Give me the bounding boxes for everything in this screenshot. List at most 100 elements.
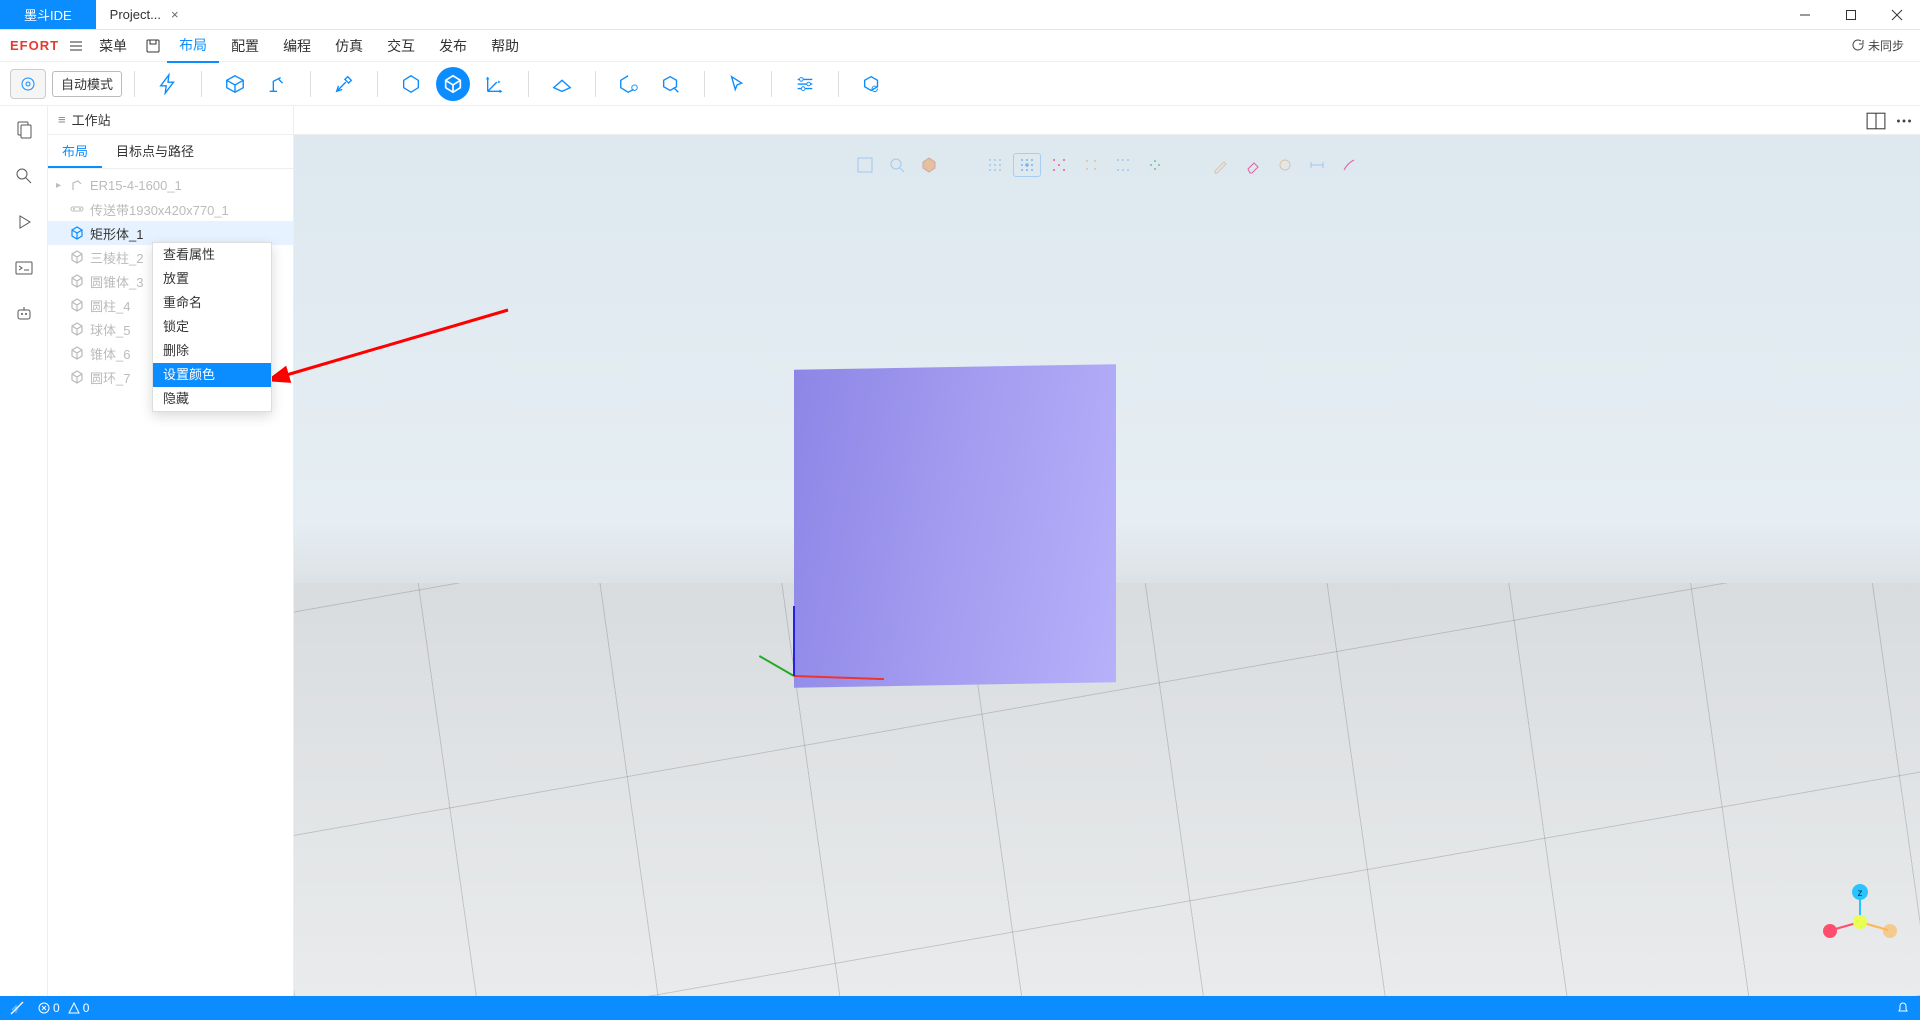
- sync-status[interactable]: 未同步: [1850, 37, 1904, 54]
- view-zoomfit-icon[interactable]: [883, 153, 911, 177]
- tool-eraser-icon[interactable]: [1239, 153, 1267, 177]
- snap-grid-2-icon[interactable]: [1013, 153, 1041, 177]
- status-errors-count: 0: [53, 1001, 60, 1015]
- snap-grid-6-icon[interactable]: [1141, 153, 1169, 177]
- orientation-gizmo[interactable]: z: [1820, 882, 1900, 952]
- app-title: 墨斗IDE: [24, 5, 72, 24]
- menu-item-publish[interactable]: 发布: [427, 30, 479, 62]
- status-remote-icon[interactable]: [10, 1001, 24, 1015]
- toolbar-cube-gear-icon[interactable]: [608, 67, 650, 101]
- scene-object-cuboid[interactable]: [794, 364, 1116, 688]
- viewport-3d[interactable]: z: [294, 135, 1920, 996]
- window-minimize-button[interactable]: [1782, 0, 1828, 29]
- app-title-tab: 墨斗IDE: [0, 0, 96, 29]
- toolbar-robotarm-icon[interactable]: [256, 67, 298, 101]
- snap-grid-4-icon[interactable]: [1077, 153, 1105, 177]
- view-solidbox-icon[interactable]: [915, 153, 943, 177]
- tool-pencil-icon[interactable]: [1207, 153, 1235, 177]
- file-tab[interactable]: Project... ×: [96, 0, 193, 29]
- sidepanel-tab-targets[interactable]: 目标点与路径: [102, 135, 208, 168]
- status-errors[interactable]: 0: [38, 1001, 60, 1015]
- toolbar-box-icon[interactable]: [214, 67, 256, 101]
- activity-search-icon[interactable]: [10, 162, 38, 190]
- status-warnings[interactable]: 0: [68, 1001, 90, 1015]
- close-tab-icon[interactable]: ×: [171, 7, 179, 22]
- gear-toggle-button[interactable]: [10, 69, 46, 99]
- menu-item-interact[interactable]: 交互: [375, 30, 427, 62]
- menu-item-simulate[interactable]: 仿真: [323, 30, 375, 62]
- snap-grid-3-icon[interactable]: [1045, 153, 1073, 177]
- context-menu-item[interactable]: 查看属性: [153, 243, 271, 267]
- tree-item-label: 圆环_7: [90, 368, 130, 387]
- cube-icon: [68, 226, 86, 240]
- toolbar-tools-icon[interactable]: [323, 67, 365, 101]
- split-layout-icon[interactable]: [1866, 111, 1886, 131]
- tree-item[interactable]: 传送带1930x420x770_1: [48, 197, 293, 221]
- cube-icon: [68, 370, 86, 384]
- menu-main[interactable]: 菜单: [87, 30, 139, 62]
- toolbar-cursor-icon[interactable]: [717, 67, 759, 101]
- toolbar-sliders-icon[interactable]: [784, 67, 826, 101]
- file-tab-label: Project...: [110, 7, 161, 22]
- tree-item-label: 圆柱_4: [90, 296, 130, 315]
- tree-item-label: 三棱柱_2: [90, 248, 143, 267]
- context-menu: 查看属性放置重命名锁定删除设置颜色隐藏: [152, 242, 272, 412]
- viewport-toolbar: [845, 153, 1369, 177]
- side-panel: ≡ 工作站 布局 目标点与路径 ▸ER15-4-1600_1传送带1930x42…: [48, 105, 294, 996]
- menubar: EFORT 菜单 布局 配置 编程 仿真 交互 发布 帮助 未同步: [0, 30, 1920, 62]
- toolbar: 自动模式: [0, 62, 1920, 106]
- main-area: ≡ 工作站 布局 目标点与路径 ▸ER15-4-1600_1传送带1930x42…: [0, 106, 1920, 996]
- toolbar-cube-filled-icon[interactable]: [436, 67, 470, 101]
- toolbar-axis-icon[interactable]: [474, 67, 516, 101]
- cube-icon: [68, 250, 86, 264]
- conveyor-icon: [68, 202, 86, 216]
- tool-dimension-icon[interactable]: [1303, 153, 1331, 177]
- sidepanel-tab-layout[interactable]: 布局: [48, 135, 102, 168]
- tool-brush-icon[interactable]: [1335, 153, 1363, 177]
- statusbar: 0 0: [0, 996, 1920, 1020]
- toolbar-cube-refresh-icon[interactable]: [851, 67, 893, 101]
- activitybar: [0, 106, 48, 996]
- toolbar-cube-outline-icon[interactable]: [390, 67, 432, 101]
- more-icon[interactable]: [1894, 111, 1914, 131]
- activity-run-icon[interactable]: [10, 208, 38, 236]
- context-menu-item[interactable]: 设置颜色: [153, 363, 271, 387]
- mode-select[interactable]: 自动模式: [52, 71, 122, 97]
- activity-robot-icon[interactable]: [10, 300, 38, 328]
- hamburger-icon[interactable]: [69, 39, 83, 53]
- view-frame-icon[interactable]: [851, 153, 879, 177]
- snap-grid-1-icon[interactable]: [981, 153, 1009, 177]
- activity-terminal-icon[interactable]: [10, 254, 38, 282]
- toolbar-cube-arrow-icon[interactable]: [650, 67, 692, 101]
- menu-item-layout[interactable]: 布局: [167, 29, 219, 63]
- tree-item-label: 传送带1930x420x770_1: [90, 200, 229, 219]
- tool-circle-icon[interactable]: [1271, 153, 1299, 177]
- context-menu-item[interactable]: 放置: [153, 267, 271, 291]
- context-menu-item[interactable]: 重命名: [153, 291, 271, 315]
- menu-item-help[interactable]: 帮助: [479, 30, 531, 62]
- tree-item-label: 圆锥体_3: [90, 272, 143, 291]
- window-maximize-button[interactable]: [1828, 0, 1874, 29]
- context-menu-item[interactable]: 删除: [153, 339, 271, 363]
- cube-icon: [68, 298, 86, 312]
- status-bell-icon[interactable]: [1896, 1001, 1910, 1015]
- tree-item-label: 锥体_6: [90, 344, 130, 363]
- cube-icon: [68, 346, 86, 360]
- context-menu-item[interactable]: 隐藏: [153, 387, 271, 411]
- context-menu-item[interactable]: 锁定: [153, 315, 271, 339]
- tree-item-label: ER15-4-1600_1: [90, 178, 182, 193]
- status-warnings-count: 0: [83, 1001, 90, 1015]
- gizmo-z-label: z: [1858, 888, 1863, 899]
- annotation-arrow: [268, 300, 518, 390]
- snap-grid-5-icon[interactable]: [1109, 153, 1137, 177]
- tree-item[interactable]: ▸ER15-4-1600_1: [48, 173, 293, 197]
- toolbar-surface-icon[interactable]: [541, 67, 583, 101]
- tree-item-label: 矩形体_1: [90, 224, 143, 243]
- save-icon[interactable]: [145, 38, 161, 54]
- activity-files-icon[interactable]: [10, 116, 38, 144]
- sync-label: 未同步: [1868, 37, 1904, 54]
- toolbar-bolt-icon[interactable]: [147, 67, 189, 101]
- window-close-button[interactable]: [1874, 0, 1920, 29]
- menu-item-program[interactable]: 编程: [271, 30, 323, 62]
- menu-item-config[interactable]: 配置: [219, 30, 271, 62]
